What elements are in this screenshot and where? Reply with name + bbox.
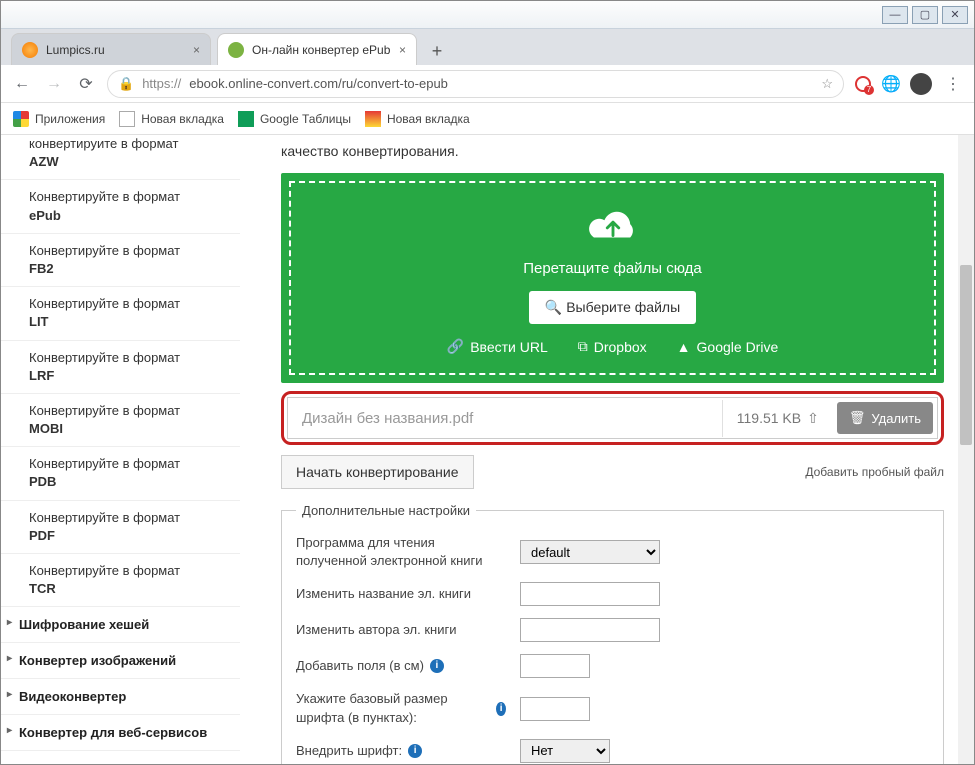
address-bar[interactable]: 🔒 https:// ebook.online-convert.com/ru/co… (107, 70, 844, 98)
tab-title: Lumpics.ru (46, 43, 105, 57)
drag-text: Перетащите файлы сюда (301, 260, 924, 277)
sidebar-footer-image (1, 751, 240, 764)
vertical-scrollbar[interactable] (958, 135, 974, 764)
reload-button[interactable]: ⟳ (75, 73, 97, 95)
sidebar-format-lrf[interactable]: Конвертируйте в форматLRF (1, 341, 240, 394)
dropbox-button[interactable]: ⧉Dropbox (578, 338, 647, 355)
page-icon (119, 111, 135, 127)
google-drive-button[interactable]: ▲Google Drive (677, 338, 779, 355)
sidebar-format-pdb[interactable]: Конвертируйте в форматPDB (1, 447, 240, 500)
sidebar-format-tcr[interactable]: Конвертируйте в форматTCR (1, 554, 240, 607)
sidebar-category[interactable]: Конвертер изображений (1, 643, 240, 679)
sidebar: конвертируите в форматAZWКонвертируйте в… (1, 135, 241, 764)
upload-icon: ⇧ (807, 410, 819, 427)
tab-close-icon[interactable]: × (193, 43, 200, 57)
browser-window: — ▢ ✕ Lumpics.ru × Он-лайн конвертер ePu… (0, 0, 975, 765)
uploaded-file-row: Дизайн без названия.pdf 119.51 KB⇧ 🗑Удал… (287, 397, 938, 439)
url-prefix: https:// (142, 76, 181, 91)
file-row-highlight: Дизайн без названия.pdf 119.51 KB⇧ 🗑Удал… (281, 391, 944, 445)
sidebar-category[interactable]: Видеоконвертер (1, 679, 240, 715)
add-test-file-link[interactable]: Добавить пробный файл (805, 465, 944, 479)
sidebar-category[interactable]: Шифрование хешей (1, 607, 240, 643)
margin-input[interactable] (520, 654, 590, 678)
extension-opera-icon[interactable] (854, 75, 872, 93)
quality-text: качество конвертирования. (281, 135, 944, 173)
fontsize-input[interactable] (520, 697, 590, 721)
extension-globe-icon[interactable]: 🌐 (882, 75, 900, 93)
start-convert-button[interactable]: Начать конвертирование (281, 455, 474, 489)
sidebar-format-azw[interactable]: конвертируите в форматAZW (1, 135, 240, 180)
window-minimize-button[interactable]: — (882, 6, 908, 24)
cloud-upload-icon (584, 205, 642, 247)
sidebar-format-fb2[interactable]: Конвертируйте в форматFB2 (1, 234, 240, 287)
below-row: Начать конвертирование Добавить пробный … (281, 455, 944, 489)
sheets-icon (238, 111, 254, 127)
page-content: конвертируите в форматAZWКонвертируйте в… (1, 135, 974, 764)
embed-select[interactable]: Нет (520, 739, 610, 763)
apps-icon (13, 111, 29, 127)
reader-select[interactable]: default (520, 540, 660, 564)
browser-toolbar: ← → ⟳ 🔒 https:// ebook.online-convert.com… (1, 65, 974, 103)
tab-title: Он-лайн конвертер ePub (252, 43, 390, 57)
window-titlebar: — ▢ ✕ (1, 1, 974, 29)
label-reader: Программа для чтения полученной электрон… (296, 534, 506, 570)
author-input[interactable] (520, 618, 660, 642)
bookmark-newtab-2[interactable]: Новая вкладка (365, 111, 470, 127)
dropzone-inner: Перетащите файлы сюда 🔍 Выберите файлы 🔗… (289, 181, 936, 375)
sidebar-category[interactable]: Конвертер для веб-сервисов (1, 715, 240, 751)
settings-legend: Дополнительные настройки (296, 503, 476, 518)
info-icon[interactable]: i (408, 744, 422, 758)
tab-converter[interactable]: Он-лайн конвертер ePub × (217, 33, 417, 65)
label-margin: Добавить поля (в см)i (296, 657, 506, 675)
choose-files-button[interactable]: 🔍 Выберите файлы (529, 291, 696, 324)
favicon-converter (228, 42, 244, 58)
bookmark-newtab-1[interactable]: Новая вкладка (119, 111, 224, 127)
window-close-button[interactable]: ✕ (942, 6, 968, 24)
link-icon: 🔗 (447, 338, 464, 355)
profile-avatar[interactable] (910, 73, 932, 95)
file-size: 119.51 KB⇧ (722, 400, 833, 437)
sidebar-format-pdf[interactable]: Конвертируйте в форматPDF (1, 501, 240, 554)
delete-file-button[interactable]: 🗑Удалить (837, 402, 933, 434)
page-icon (365, 111, 381, 127)
star-icon[interactable]: ☆ (821, 76, 833, 92)
label-embed: Внедрить шрифт:i (296, 742, 506, 760)
info-icon[interactable]: i (496, 702, 506, 716)
sidebar-format-lit[interactable]: Конвертируйте в форматLIT (1, 287, 240, 340)
bookmark-sheets[interactable]: Google Таблицы (238, 111, 351, 127)
dropbox-icon: ⧉ (578, 338, 588, 355)
menu-button[interactable]: ⋮ (942, 73, 964, 95)
search-icon: 🔍 (545, 299, 566, 315)
window-maximize-button[interactable]: ▢ (912, 6, 938, 24)
dropzone[interactable]: Перетащите файлы сюда 🔍 Выберите файлы 🔗… (281, 173, 944, 383)
sidebar-format-epub[interactable]: Конвертируйте в форматePub (1, 180, 240, 233)
forward-button[interactable]: → (43, 73, 65, 95)
bookmark-apps[interactable]: Приложения (13, 111, 105, 127)
label-fontsize: Укажите базовый размер шрифта (в пунктах… (296, 690, 506, 726)
source-row: 🔗Ввести URL ⧉Dropbox ▲Google Drive (301, 338, 924, 355)
file-name: Дизайн без названия.pdf (288, 400, 722, 437)
trash-icon: 🗑 (849, 410, 866, 426)
gdrive-icon: ▲ (677, 339, 691, 355)
main-panel: качество конвертирования. Перетащите фай… (241, 135, 974, 764)
tab-lumpics[interactable]: Lumpics.ru × (11, 33, 211, 65)
enter-url-button[interactable]: 🔗Ввести URL (447, 338, 548, 355)
favicon-lumpics (22, 42, 38, 58)
sidebar-format-mobi[interactable]: Конвертируйте в форматMOBI (1, 394, 240, 447)
info-icon[interactable]: i (430, 659, 444, 673)
scrollbar-thumb[interactable] (960, 265, 972, 445)
url-text: ebook.online-convert.com/ru/convert-to-e… (189, 76, 448, 91)
new-tab-button[interactable]: + (423, 37, 451, 65)
label-title: Изменить название эл. книги (296, 585, 506, 603)
tab-strip: Lumpics.ru × Он-лайн конвертер ePub × + (1, 29, 974, 65)
lock-icon: 🔒 (118, 76, 134, 92)
bookmarks-bar: Приложения Новая вкладка Google Таблицы … (1, 103, 974, 135)
tab-close-icon[interactable]: × (399, 43, 406, 57)
label-author: Изменить автора эл. книги (296, 621, 506, 639)
back-button[interactable]: ← (11, 73, 33, 95)
settings-fieldset: Дополнительные настройки Программа для ч… (281, 503, 944, 764)
title-input[interactable] (520, 582, 660, 606)
